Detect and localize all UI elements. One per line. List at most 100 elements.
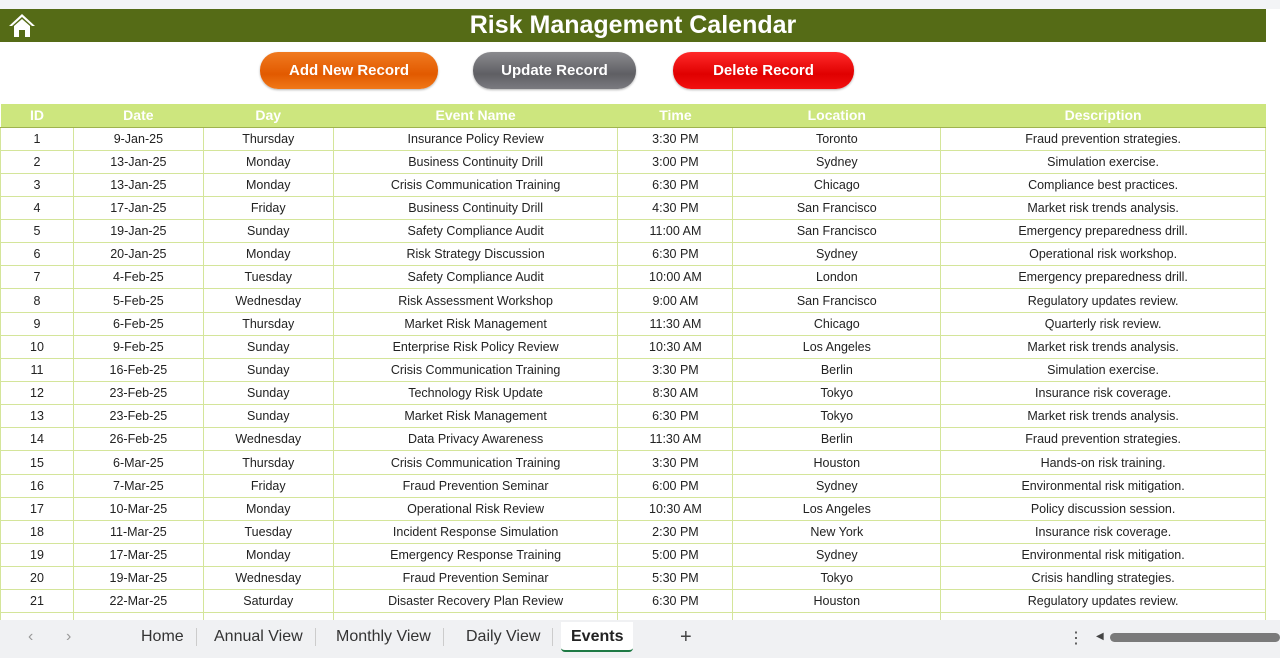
cell-time[interactable]: 5:00 PM (617, 543, 734, 568)
cell-location[interactable]: Sydney (732, 473, 942, 498)
tab-home[interactable]: Home (129, 628, 197, 646)
cell-description[interactable]: Emergency preparedness drill. (940, 219, 1266, 244)
cell-day[interactable]: Thursday (202, 450, 334, 475)
cell-id[interactable]: 13 (0, 404, 74, 429)
tab-daily-view[interactable]: Daily View (454, 628, 554, 646)
cell-id[interactable]: 18 (0, 519, 74, 545)
cell-description[interactable]: Market risk trends analysis. (940, 404, 1266, 429)
cell-day[interactable]: Sunday (202, 381, 334, 406)
cell-date[interactable]: 9-Jan-25 (72, 126, 204, 151)
cell-day[interactable]: Wednesday (202, 566, 334, 591)
cell-date[interactable]: 20-Jan-25 (72, 242, 204, 267)
cell-time[interactable]: 2:30 PM (617, 519, 734, 545)
cell-id[interactable]: 1 (0, 126, 74, 151)
cell-id[interactable]: 2 (0, 149, 74, 174)
home-icon[interactable] (8, 12, 36, 38)
cell-date[interactable]: 16-Feb-25 (72, 357, 204, 383)
scrollbar-thumb[interactable] (1110, 633, 1280, 642)
cell-event-name[interactable]: Safety Compliance Audit (332, 219, 619, 244)
cell-description[interactable]: Policy discussion session. (940, 496, 1266, 521)
cell-event-name[interactable]: Data Privacy Awareness (332, 427, 619, 452)
cell-location[interactable]: San Francisco (732, 288, 942, 313)
cell-location[interactable]: London (732, 265, 942, 290)
next-sheet-icon[interactable]: › (66, 628, 71, 646)
cell-id[interactable]: 17 (0, 496, 74, 521)
add-new-record-button[interactable]: Add New Record (260, 52, 438, 89)
cell-event-name[interactable]: Crisis Communication Training (332, 450, 619, 475)
cell-date[interactable]: 23-Feb-25 (72, 404, 204, 429)
cell-time[interactable]: 10:30 AM (617, 496, 734, 521)
cell-day[interactable]: Sunday (202, 404, 334, 429)
cell-location[interactable]: New York (732, 519, 942, 545)
cell-date[interactable]: 19-Mar-25 (72, 566, 204, 591)
cell-description[interactable]: Environmental risk mitigation. (940, 473, 1266, 498)
cell-description[interactable]: Operational risk workshop. (940, 242, 1266, 267)
cell-location[interactable]: Tokyo (732, 566, 942, 591)
cell-time[interactable]: 6:30 PM (617, 404, 734, 429)
cell-location[interactable]: Sydney (732, 543, 942, 568)
cell-day[interactable]: Friday (202, 473, 334, 498)
cell-day[interactable]: Monday (202, 149, 334, 174)
cell-event-name[interactable]: Crisis Communication Training (332, 357, 619, 383)
cell-id[interactable]: 15 (0, 450, 74, 475)
cell-id[interactable]: 7 (0, 265, 74, 290)
tab-events[interactable]: Events (561, 622, 634, 652)
cell-date[interactable]: 6-Mar-25 (72, 450, 204, 475)
cell-day[interactable]: Monday (202, 242, 334, 267)
cell-description[interactable]: Hands-on risk training. (940, 450, 1266, 475)
cell-day[interactable]: Thursday (202, 126, 334, 151)
cell-event-name[interactable]: Risk Strategy Discussion (332, 242, 619, 267)
cell-time[interactable]: 5:30 PM (617, 566, 734, 591)
cell-time[interactable]: 3:30 PM (617, 126, 734, 151)
cell-time[interactable]: 11:00 AM (617, 219, 734, 244)
cell-description[interactable]: Regulatory updates review. (940, 288, 1266, 313)
cell-date[interactable]: 26-Feb-25 (72, 427, 204, 452)
cell-id[interactable]: 10 (0, 334, 74, 359)
cell-event-name[interactable]: Operational Risk Review (332, 496, 619, 521)
cell-location[interactable]: Chicago (732, 172, 942, 197)
cell-time[interactable]: 3:00 PM (617, 149, 734, 174)
cell-time[interactable]: 8:30 AM (617, 381, 734, 406)
cell-event-name[interactable]: Fraud Prevention Seminar (332, 566, 619, 591)
cell-time[interactable]: 3:30 PM (617, 357, 734, 383)
cell-id[interactable]: 6 (0, 242, 74, 267)
cell-time[interactable]: 6:30 PM (617, 242, 734, 267)
cell-location[interactable]: Berlin (732, 427, 942, 452)
prev-sheet-icon[interactable]: ‹ (28, 628, 33, 646)
cell-id[interactable]: 16 (0, 473, 74, 498)
cell-time[interactable]: 4:30 PM (617, 195, 734, 221)
cell-event-name[interactable]: Market Risk Management (332, 311, 619, 336)
cell-date[interactable]: 11-Mar-25 (72, 519, 204, 545)
cell-description[interactable]: Quarterly risk review. (940, 311, 1266, 336)
cell-time[interactable]: 6:30 PM (617, 589, 734, 614)
cell-day[interactable]: Sunday (202, 219, 334, 244)
cell-location[interactable]: Los Angeles (732, 496, 942, 521)
cell-location[interactable]: Sydney (732, 149, 942, 174)
cell-day[interactable]: Sunday (202, 357, 334, 383)
cell-day[interactable]: Thursday (202, 311, 334, 336)
cell-date[interactable]: 23-Feb-25 (72, 381, 204, 406)
cell-event-name[interactable]: Crisis Communication Training (332, 172, 619, 197)
cell-date[interactable]: 13-Jan-25 (72, 149, 204, 174)
cell-location[interactable]: Sydney (732, 242, 942, 267)
cell-description[interactable]: Compliance best practices. (940, 172, 1266, 197)
cell-day[interactable]: Wednesday (202, 427, 334, 452)
delete-record-button[interactable]: Delete Record (673, 52, 854, 89)
cell-date[interactable]: 7-Mar-25 (72, 473, 204, 498)
cell-description[interactable]: Simulation exercise. (940, 149, 1266, 174)
cell-id[interactable]: 4 (0, 195, 74, 221)
cell-day[interactable]: Monday (202, 543, 334, 568)
cell-id[interactable]: 21 (0, 589, 74, 614)
update-record-button[interactable]: Update Record (473, 52, 636, 89)
cell-day[interactable]: Tuesday (202, 265, 334, 290)
cell-location[interactable]: Houston (732, 589, 942, 614)
cell-description[interactable]: Simulation exercise. (940, 357, 1266, 383)
cell-day[interactable]: Monday (202, 172, 334, 197)
cell-id[interactable]: 11 (0, 357, 74, 383)
cell-event-name[interactable]: Safety Compliance Audit (332, 265, 619, 290)
cell-description[interactable]: Crisis handling strategies. (940, 566, 1266, 591)
cell-day[interactable]: Tuesday (202, 519, 334, 545)
cell-event-name[interactable]: Business Continuity Drill (332, 195, 619, 221)
cell-event-name[interactable]: Technology Risk Update (332, 381, 619, 406)
cell-event-name[interactable]: Enterprise Risk Policy Review (332, 334, 619, 359)
